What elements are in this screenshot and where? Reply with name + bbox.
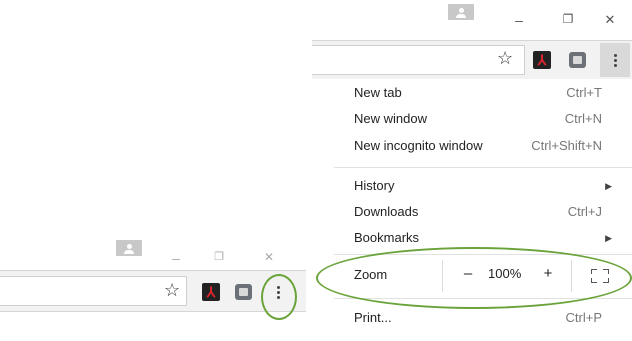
- restore-button[interactable]: ❐: [553, 12, 583, 26]
- submenu-arrow-icon: ▶: [605, 233, 612, 243]
- star-icon[interactable]: ☆: [164, 280, 180, 301]
- submenu-arrow-icon: ▶: [605, 181, 612, 191]
- profile-icon[interactable]: [116, 240, 142, 256]
- close-button[interactable]: ✕: [254, 250, 284, 264]
- chrome-menu-icon: [600, 43, 630, 77]
- menu-button-highlight-circle: [261, 274, 297, 320]
- menu-item-history[interactable]: History ▶: [354, 175, 612, 197]
- extension-icon[interactable]: [569, 52, 586, 68]
- minimize-button[interactable]: –: [504, 12, 534, 28]
- menu-item-print[interactable]: Print... Ctrl+P: [354, 307, 602, 329]
- pdf-glyph: ⅄: [206, 284, 216, 300]
- adobe-pdf-icon[interactable]: ⅄: [202, 283, 220, 301]
- menu-item-new-incognito-window[interactable]: New incognito window Ctrl+Shift+N: [354, 135, 602, 157]
- extension-icon[interactable]: [235, 284, 252, 300]
- zoom-highlight-ellipse: [316, 247, 632, 309]
- menu-item-new-tab[interactable]: New tab Ctrl+T: [354, 82, 602, 104]
- right-window-titlebar: – ❐ ✕: [312, 0, 632, 40]
- left-window: – ❐ ✕ ☆ ⅄: [0, 236, 306, 341]
- left-window-titlebar: – ❐ ✕: [0, 236, 306, 270]
- minimize-button[interactable]: –: [161, 250, 191, 266]
- star-icon[interactable]: ☆: [497, 48, 513, 69]
- restore-button[interactable]: ❐: [204, 250, 234, 263]
- pdf-glyph: ⅄: [537, 52, 547, 68]
- chrome-menu-button[interactable]: [600, 43, 630, 77]
- address-bar[interactable]: [0, 276, 187, 306]
- left-window-toolbar: ☆ ⅄: [0, 270, 306, 312]
- close-button[interactable]: ✕: [595, 12, 625, 28]
- menu-separator: [334, 167, 632, 168]
- menu-item-downloads[interactable]: Downloads Ctrl+J: [354, 201, 602, 223]
- menu-item-bookmarks[interactable]: Bookmarks ▶: [354, 227, 612, 249]
- menu-item-new-window[interactable]: New window Ctrl+N: [354, 108, 602, 130]
- profile-icon[interactable]: [448, 4, 474, 20]
- adobe-pdf-icon[interactable]: ⅄: [533, 51, 551, 69]
- right-window-toolbar: ☆ ⅄: [312, 40, 632, 79]
- address-bar[interactable]: [312, 45, 525, 75]
